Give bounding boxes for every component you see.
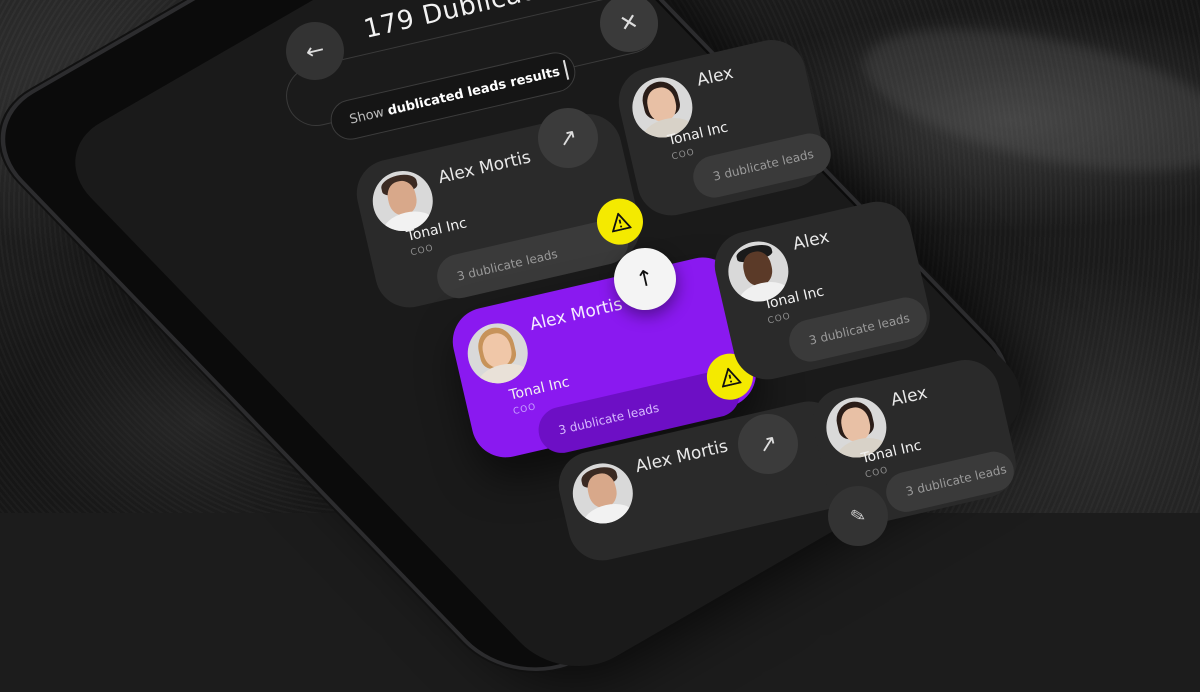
lead-name: Alex Mortis — [527, 294, 625, 336]
lead-name: Alex — [889, 382, 930, 411]
arrow-left-icon: ← — [303, 36, 327, 66]
avatar — [461, 317, 534, 390]
avatar — [566, 457, 639, 530]
lead-role: COO — [864, 465, 890, 481]
arrow-up-right-icon: ↗ — [756, 429, 780, 459]
lead-role: COO — [512, 402, 538, 418]
text-caret — [563, 59, 570, 80]
pencil-icon: ✎ — [848, 504, 868, 528]
lead-name: Alex Mortis — [633, 436, 730, 478]
lead-role: COO — [409, 243, 435, 259]
lead-name: Alex Mortis — [436, 147, 533, 189]
lead-role: COO — [670, 147, 696, 163]
lead-name: Alex — [695, 62, 736, 91]
arrow-up-right-icon: ↗ — [556, 123, 580, 153]
close-icon: ✕ — [617, 8, 641, 38]
search-prefix: Show — [348, 104, 386, 128]
lead-role: COO — [766, 311, 792, 327]
lead-name: Alex — [791, 226, 832, 255]
arrow-up-icon: ↑ — [633, 264, 657, 294]
